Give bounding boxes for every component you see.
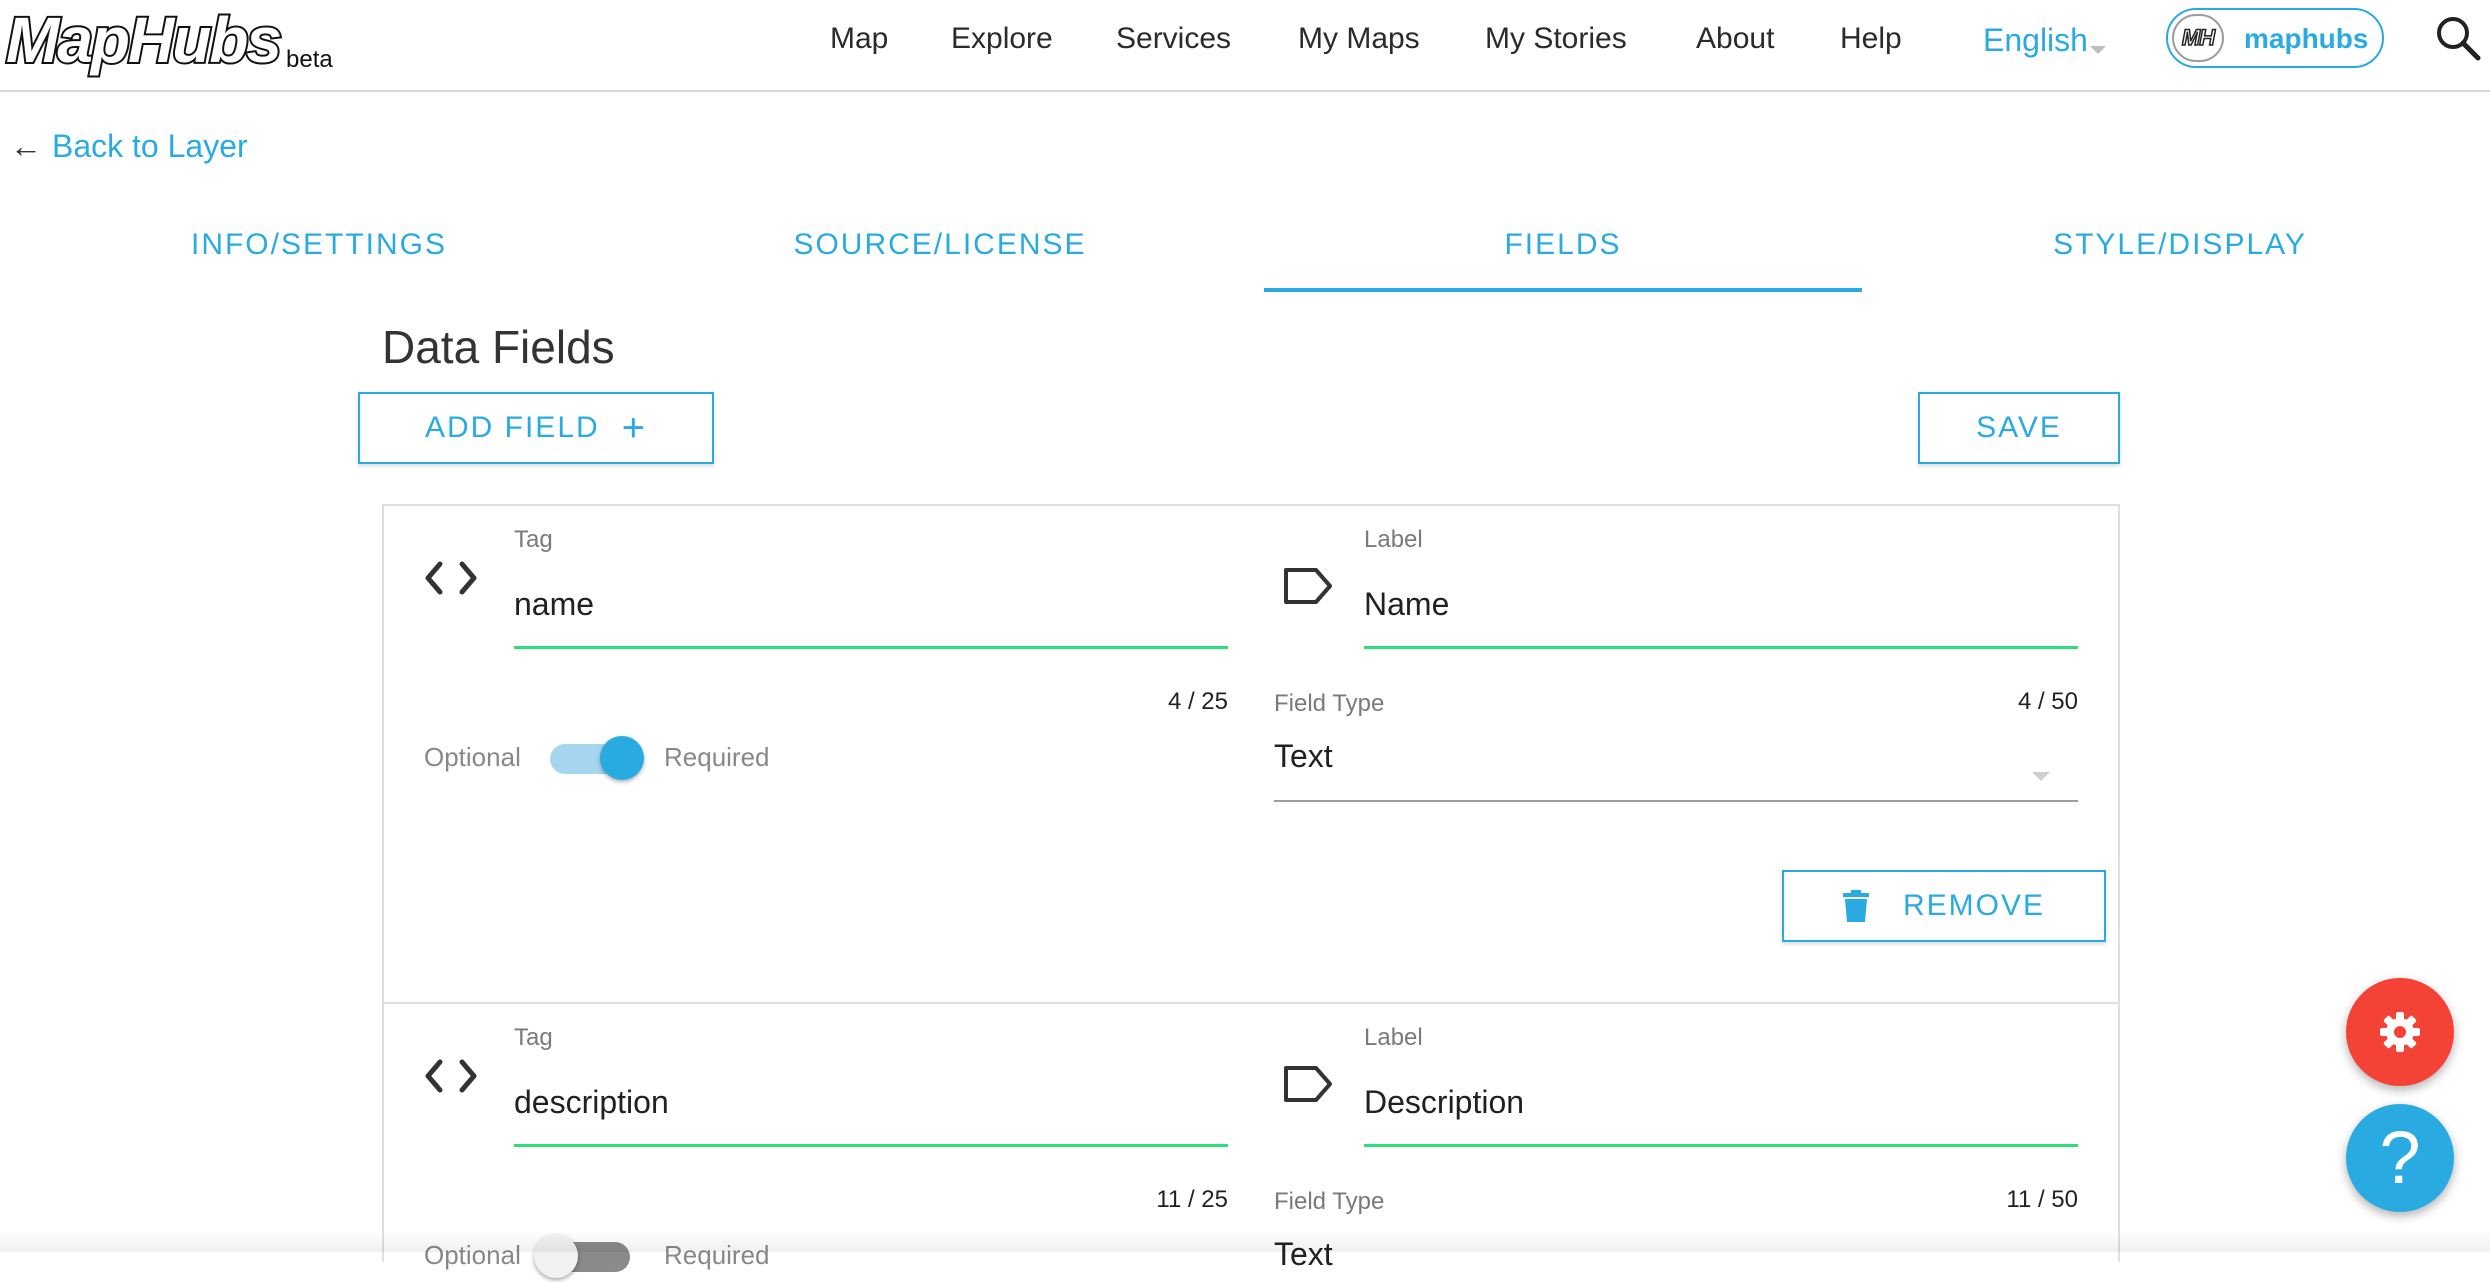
logo-text: MapHubs [6, 4, 280, 76]
back-link-label: Back to Layer [52, 128, 248, 164]
field-type-value: Text [1274, 738, 1333, 774]
avatar-initials: MH [2181, 24, 2216, 51]
account-username: maphubs [2244, 23, 2369, 54]
avatar: MH [2172, 14, 2224, 62]
beta-label: beta [286, 46, 333, 73]
tab-source-license[interactable]: SOURCE/LICENSE [740, 228, 1140, 288]
required-toggle[interactable] [550, 734, 650, 784]
label-input[interactable]: Name [1364, 586, 2078, 636]
tag-char-counter: 11 / 25 [1156, 1186, 1228, 1213]
nav-map[interactable]: Map [830, 22, 888, 56]
optional-label: Optional [424, 742, 521, 772]
page-title: Data Fields [382, 321, 615, 373]
tab-info-settings[interactable]: INFO/SETTINGS [120, 228, 518, 288]
nav-explore[interactable]: Explore [951, 22, 1053, 56]
field-type-label: Field Type [1274, 1188, 1385, 1215]
tab-style-display[interactable]: STYLE/DISPLAY [1980, 228, 2380, 288]
select-underline [1274, 800, 2078, 802]
tag-input-underline [514, 1144, 1228, 1147]
help-icon: ? [2379, 1116, 2421, 1199]
bottom-shadow [0, 1230, 2490, 1252]
save-button[interactable]: SAVE [1918, 392, 2120, 464]
dropdown-caret-icon [2032, 772, 2050, 781]
code-icon [424, 1056, 478, 1101]
label-tag-icon [1282, 1064, 1334, 1109]
tag-label: Tag [514, 1024, 553, 1051]
toggle-knob [600, 736, 644, 780]
active-tab-indicator [1264, 288, 1862, 292]
nav-my-maps[interactable]: My Maps [1298, 22, 1420, 56]
language-selector[interactable]: English [1983, 22, 2088, 59]
remove-field-button[interactable]: REMOVE [1782, 870, 2106, 942]
settings-fab[interactable] [2346, 978, 2454, 1086]
language-caret-icon[interactable] [2090, 46, 2106, 54]
field-card: Tag name 4 / 25 Label Name 4 / 50 Option… [382, 504, 2120, 1004]
field-type-select[interactable]: Text [1274, 726, 2078, 804]
add-field-label: ADD FIELD [424, 411, 600, 444]
tag-input-underline [514, 646, 1228, 649]
back-arrow-icon: ← [10, 128, 42, 164]
search-icon[interactable] [2432, 12, 2484, 64]
nav-my-stories[interactable]: My Stories [1485, 22, 1627, 56]
label-input[interactable]: Description [1364, 1084, 2078, 1134]
label-char-counter: 4 / 50 [2017, 688, 2078, 715]
nav-about[interactable]: About [1696, 22, 1774, 56]
field-type-label: Field Type [1274, 690, 1385, 717]
tab-fields[interactable]: FIELDS [1264, 228, 1862, 288]
nav-services[interactable]: Services [1116, 22, 1231, 56]
code-icon [424, 558, 478, 603]
back-to-layer-link[interactable]: ← Back to Layer [10, 128, 248, 165]
tag-input[interactable]: description [514, 1084, 1228, 1134]
tag-char-counter: 4 / 25 [1167, 688, 1228, 715]
nav-help[interactable]: Help [1840, 22, 1902, 56]
gear-icon [2380, 1012, 2420, 1052]
add-field-button[interactable]: ADD FIELD + [358, 392, 714, 464]
help-fab[interactable]: ? [2346, 1104, 2454, 1212]
top-navbar [0, 0, 2490, 92]
label-input-underline [1364, 1144, 2078, 1147]
label-label: Label [1364, 1024, 1423, 1051]
account-chip[interactable]: MH maphubs [2166, 8, 2384, 68]
maphubs-logo[interactable]: MapHubs [4, 0, 294, 80]
trash-icon [1842, 890, 1869, 922]
required-label: Required [664, 742, 770, 772]
remove-label: REMOVE [1902, 889, 2046, 922]
label-label: Label [1364, 526, 1423, 553]
tag-label: Tag [514, 526, 553, 553]
tag-input[interactable]: name [514, 586, 1228, 636]
plus-icon: + [621, 405, 648, 450]
label-input-underline [1364, 646, 2078, 649]
label-tag-icon [1282, 566, 1334, 611]
field-card: Tag description 11 / 25 Label Descriptio… [382, 1002, 2120, 1278]
label-char-counter: 11 / 50 [2006, 1186, 2078, 1213]
